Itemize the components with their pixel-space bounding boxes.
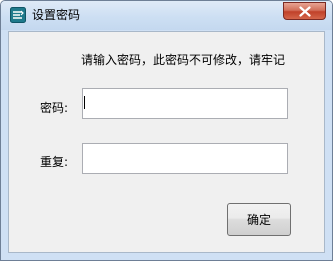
ok-button[interactable]: 确定 — [227, 203, 291, 236]
password-field[interactable] — [82, 88, 288, 119]
confirm-password-label: 重复: — [40, 155, 69, 169]
dialog-body: 请输入密码，此密码不可修改，请牢记 密码: 重复: 确定 — [8, 31, 325, 253]
window-title: 设置密码 — [32, 8, 81, 22]
instruction-text: 请输入密码，此密码不可修改，请牢记 — [81, 53, 286, 67]
text-caret — [84, 96, 85, 109]
close-icon — [299, 6, 311, 17]
close-button[interactable] — [283, 2, 326, 20]
confirm-password-field[interactable] — [82, 143, 288, 174]
app-logo-icon — [10, 7, 26, 23]
dialog-window: 设置密码 请输入密码，此密码不可修改，请牢记 密码: 重复: 确定 — [0, 0, 333, 261]
title-bar[interactable]: 设置密码 — [1, 1, 332, 30]
password-label: 密码: — [40, 101, 69, 115]
